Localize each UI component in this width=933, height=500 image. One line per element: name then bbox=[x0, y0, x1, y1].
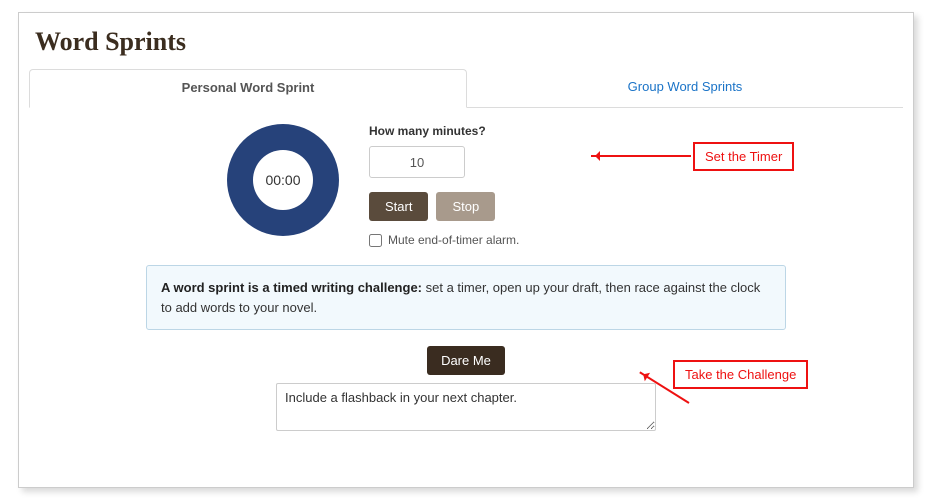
annotation-take-challenge: Take the Challenge bbox=[673, 360, 808, 389]
info-bold: A word sprint is a timed writing challen… bbox=[161, 280, 422, 295]
mute-label: Mute end-of-timer alarm. bbox=[388, 233, 519, 247]
tab-bar: Personal Word Sprint Group Word Sprints bbox=[29, 69, 903, 108]
timer-ring-wrap: 00:00 bbox=[39, 124, 339, 236]
mute-checkbox[interactable] bbox=[369, 234, 382, 247]
timer-buttons: Start Stop bbox=[369, 192, 893, 221]
minutes-input[interactable] bbox=[369, 146, 465, 178]
timer-display: 00:00 bbox=[253, 150, 313, 210]
start-button[interactable]: Start bbox=[369, 192, 428, 221]
tab-label: Personal Word Sprint bbox=[182, 80, 315, 95]
annotation-set-timer: Set the Timer bbox=[693, 142, 794, 171]
tab-personal-word-sprint[interactable]: Personal Word Sprint bbox=[29, 69, 467, 108]
info-box: A word sprint is a timed writing challen… bbox=[146, 265, 786, 330]
stop-button[interactable]: Stop bbox=[436, 192, 495, 221]
tab-label: Group Word Sprints bbox=[628, 79, 743, 94]
timer-controls: How many minutes? Start Stop Mute end-of… bbox=[369, 124, 893, 247]
word-sprints-panel: Word Sprints Personal Word Sprint Group … bbox=[18, 12, 914, 488]
page-title: Word Sprints bbox=[35, 27, 913, 57]
dare-me-button[interactable]: Dare Me bbox=[427, 346, 505, 375]
annotation-label: Take the Challenge bbox=[685, 367, 796, 382]
annotation-label: Set the Timer bbox=[705, 149, 782, 164]
dare-prompt-textarea[interactable] bbox=[276, 383, 656, 431]
personal-sprint-panel: 00:00 How many minutes? Start Stop Mute … bbox=[19, 108, 913, 451]
mute-row[interactable]: Mute end-of-timer alarm. bbox=[369, 233, 893, 247]
tab-group-word-sprints[interactable]: Group Word Sprints bbox=[467, 69, 903, 107]
minutes-label: How many minutes? bbox=[369, 124, 893, 138]
timer-ring: 00:00 bbox=[227, 124, 339, 236]
annotation-arrow bbox=[591, 155, 691, 157]
